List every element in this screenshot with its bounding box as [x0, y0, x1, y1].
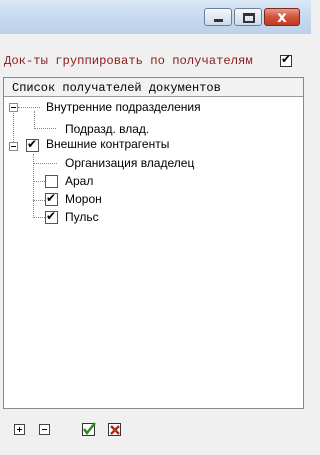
tree-node-external[interactable]: Внешние контрагенты — [46, 137, 169, 151]
uncheck-all-button[interactable] — [108, 422, 123, 436]
tree-line — [34, 111, 35, 129]
tree-line — [33, 217, 45, 218]
close-button[interactable]: x — [264, 8, 300, 26]
moron-checkbox[interactable]: ✔ — [45, 191, 58, 206]
close-icon: x — [277, 8, 287, 26]
tree-line — [13, 111, 14, 146]
tree-node-aral[interactable]: Арал — [65, 174, 93, 188]
plus-icon-stroke — [19, 427, 20, 432]
collapse-all-button[interactable] — [39, 424, 50, 435]
collapse-external-icon[interactable] — [9, 142, 18, 151]
tree-node-owner-department[interactable]: Подразд. влад. — [65, 122, 149, 136]
maximize-button[interactable] — [234, 8, 262, 26]
checkmark-icon: ✔ — [46, 209, 57, 223]
aral-checkbox[interactable] — [45, 175, 58, 188]
group-by-recipient-label: Док-ты группировать по получателям — [4, 54, 253, 68]
panel-header: Список получателей документов — [4, 78, 303, 97]
checkmark-icon: ✔ — [46, 191, 57, 205]
tree-line — [33, 163, 57, 164]
minimize-button[interactable] — [204, 8, 232, 26]
checkmark-icon: ✔ — [281, 52, 292, 66]
tree-node-owner-organization[interactable]: Организация владелец — [65, 156, 194, 170]
group-by-recipient-checkbox[interactable]: ✔ — [280, 52, 292, 67]
tree-line — [18, 107, 40, 108]
recipients-tree[interactable]: Внутренние подразделения Подразд. влад. … — [4, 98, 303, 398]
tree-node-moron[interactable]: Морон — [65, 192, 102, 206]
minus-icon — [42, 429, 47, 430]
minimize-icon — [214, 19, 223, 22]
puls-checkbox[interactable]: ✔ — [45, 209, 58, 224]
recipients-panel: Список получателей документов Внутренние… — [3, 77, 304, 409]
tree-line — [33, 181, 45, 182]
tree-node-internal[interactable]: Внутренние подразделения — [46, 100, 201, 114]
tree-line — [33, 200, 45, 201]
window-title-bar: x — [0, 0, 311, 34]
check-all-button[interactable] — [82, 422, 97, 436]
maximize-icon — [243, 13, 255, 23]
expand-all-button[interactable] — [14, 424, 25, 435]
tree-line — [34, 128, 56, 129]
collapse-internal-icon[interactable] — [9, 103, 18, 112]
tree-node-puls[interactable]: Пульс — [65, 210, 99, 224]
external-checkbox[interactable]: ✔ — [26, 137, 39, 152]
checkmark-icon: ✔ — [27, 137, 38, 151]
